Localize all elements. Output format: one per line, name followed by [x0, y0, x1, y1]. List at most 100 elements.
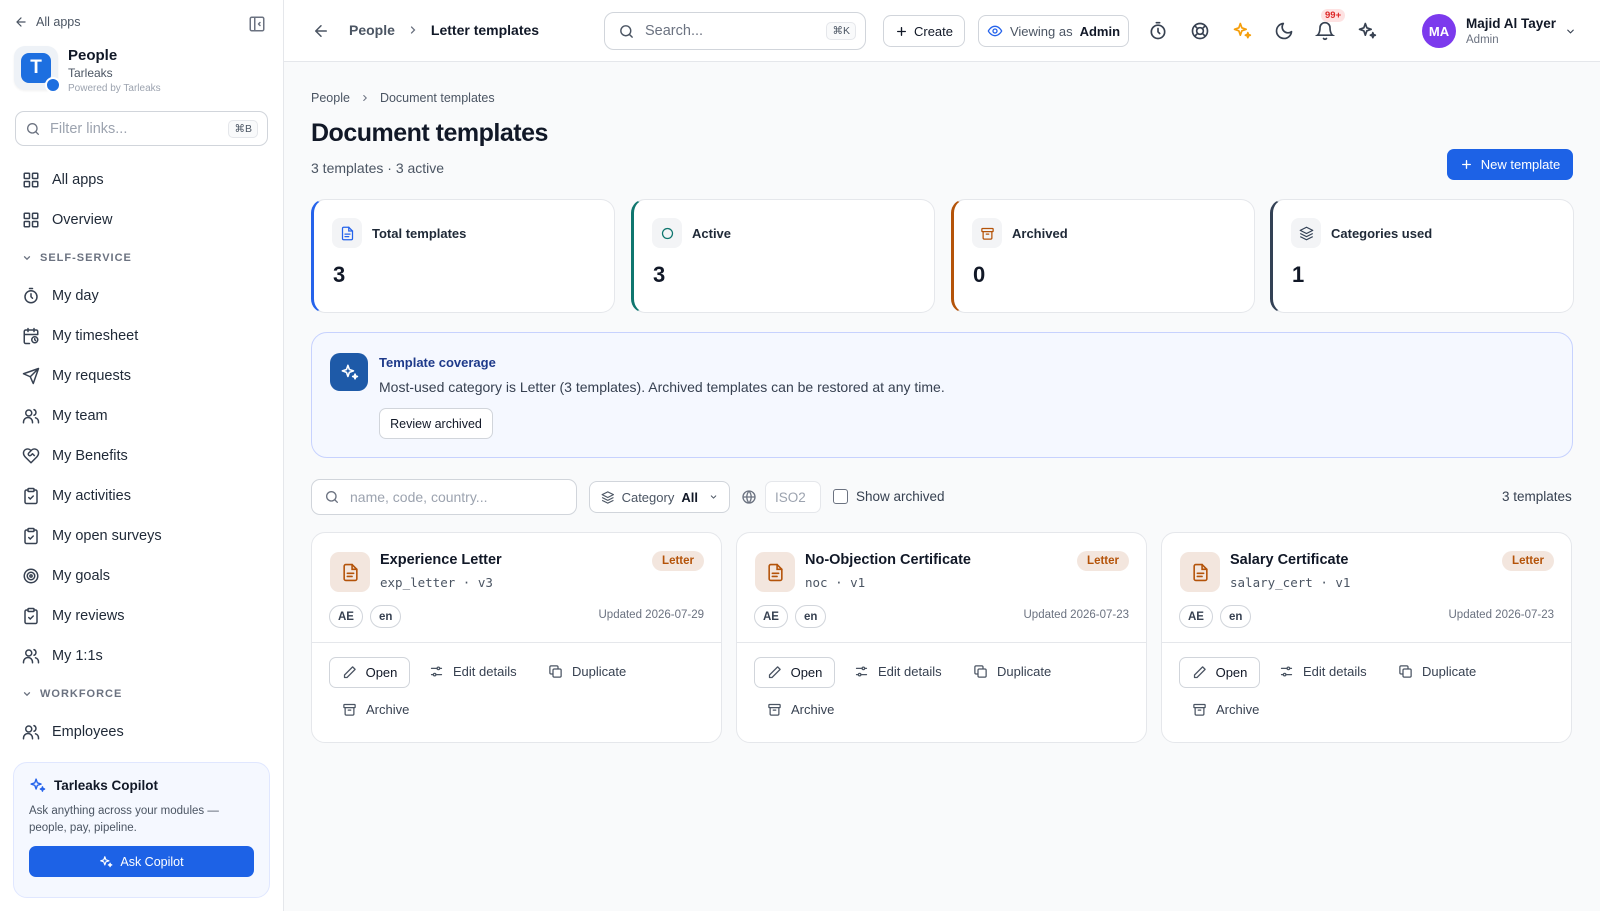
- pencil-icon: [1192, 665, 1207, 680]
- sliders-icon: [1279, 664, 1294, 679]
- archive-button[interactable]: Archive: [767, 702, 834, 717]
- new-template-button[interactable]: New template: [1447, 149, 1573, 180]
- card-divider: [1162, 642, 1571, 643]
- show-archived-toggle[interactable]: Show archived: [833, 489, 945, 504]
- chevron-down-icon[interactable]: [1565, 26, 1576, 37]
- sidebar-section-workforce[interactable]: WORKFORCE: [0, 676, 284, 712]
- plus-icon: [895, 25, 908, 38]
- template-search-input[interactable]: name, code, country...: [311, 479, 577, 515]
- page-breadcrumb-current: Document templates: [379, 91, 495, 105]
- calendar-clock-icon: [22, 327, 40, 345]
- edit-details-button[interactable]: Edit details: [429, 664, 517, 679]
- duplicate-button[interactable]: Duplicate: [1398, 664, 1476, 679]
- open-button[interactable]: Open: [1179, 657, 1260, 688]
- sidebar-item-my-open-surveys[interactable]: My open surveys: [0, 516, 284, 556]
- breadcrumb-current: Letter templates: [430, 22, 540, 38]
- sidebar: All apps T People Tarleaks Powered by Ta…: [0, 0, 284, 911]
- country-iso-input[interactable]: ISO2: [765, 481, 821, 513]
- sidebar-item-employees[interactable]: Employees: [0, 712, 284, 752]
- duplicate-button[interactable]: Duplicate: [548, 664, 626, 679]
- filter-links-input[interactable]: Filter links... ⌘B: [15, 111, 268, 146]
- users-icon: [22, 647, 40, 665]
- stat-card-active: Active 3: [631, 199, 935, 313]
- sidebar-item-my-benefits[interactable]: My Benefits: [0, 436, 284, 476]
- new-template-label: New template: [1480, 157, 1561, 172]
- viewing-as-button[interactable]: Viewing as Admin: [978, 15, 1129, 47]
- sidebar-item-my-reviews[interactable]: My reviews: [0, 596, 284, 636]
- sidebar-item-my-activities[interactable]: My activities: [0, 476, 284, 516]
- stat-card-categories-used: Categories used 1: [1270, 199, 1574, 313]
- sidebar-section-label: SELF-SERVICE: [40, 252, 132, 264]
- panel-collapse-icon[interactable]: [248, 15, 266, 33]
- stat-label: Active: [692, 226, 732, 241]
- notification-count-badge: 99+: [1321, 9, 1346, 22]
- sparkle-ai-icon[interactable]: [1232, 21, 1252, 41]
- moon-icon[interactable]: [1274, 21, 1294, 41]
- template-name: No-Objection Certificate: [805, 552, 971, 568]
- sidebar-item-label: My reviews: [52, 608, 125, 624]
- template-code: salary_cert: [1230, 575, 1313, 590]
- help-lifebuoy-icon[interactable]: [1190, 21, 1210, 41]
- ask-copilot-button[interactable]: Ask Copilot: [29, 846, 254, 877]
- ask-copilot-label: Ask Copilot: [120, 854, 184, 869]
- all-apps-back-link[interactable]: All apps: [14, 15, 80, 29]
- open-button[interactable]: Open: [754, 657, 835, 688]
- review-archived-button[interactable]: Review archived: [379, 408, 493, 439]
- coverage-title: Template coverage: [379, 355, 496, 370]
- clipboard-check-icon: [22, 607, 40, 625]
- filter-shortcut-hint: ⌘B: [228, 119, 258, 138]
- create-label: Create: [913, 23, 954, 39]
- sidebar-item-my-goals[interactable]: My goals: [0, 556, 284, 596]
- country-chip: AE: [1179, 605, 1213, 628]
- archive-label: Archive: [791, 702, 835, 717]
- file-text-icon: [341, 563, 360, 582]
- sidebar-item-all-apps[interactable]: All apps: [0, 160, 284, 200]
- template-code-version: salary_cert · v1: [1230, 575, 1351, 590]
- sidebar-item-label: My requests: [52, 368, 131, 384]
- back-arrow-icon[interactable]: [312, 22, 330, 40]
- archive-button[interactable]: Archive: [1192, 702, 1259, 717]
- sidebar-item-my-team[interactable]: My team: [0, 396, 284, 436]
- template-version: v3: [477, 575, 493, 590]
- card-divider: [312, 642, 721, 643]
- duplicate-button[interactable]: Duplicate: [973, 664, 1051, 679]
- avatar[interactable]: MA: [1422, 14, 1456, 48]
- sidebar-section-self-service[interactable]: SELF-SERVICE: [0, 240, 284, 276]
- edit-details-button[interactable]: Edit details: [854, 664, 942, 679]
- show-archived-checkbox[interactable]: [833, 489, 848, 504]
- stat-value: 3: [333, 262, 346, 287]
- sidebar-item-my-1on1s[interactable]: My 1:1s: [0, 636, 284, 676]
- bell-icon[interactable]: [1315, 21, 1335, 41]
- stat-label: Archived: [1012, 226, 1068, 241]
- edit-details-button[interactable]: Edit details: [1279, 664, 1367, 679]
- file-text-icon: [340, 226, 355, 241]
- global-search-input[interactable]: Search... ⌘K: [604, 12, 866, 50]
- updated-date: Updated 2026-07-23: [1023, 609, 1130, 621]
- country-chip: AE: [329, 605, 363, 628]
- breadcrumb-root[interactable]: People: [349, 22, 395, 38]
- create-button[interactable]: Create: [883, 15, 965, 47]
- open-button[interactable]: Open: [329, 657, 410, 688]
- template-code: noc: [805, 575, 828, 590]
- viewing-as-role: Admin: [1079, 23, 1121, 39]
- page-breadcrumb-root[interactable]: People: [311, 91, 350, 105]
- users-icon: [22, 723, 40, 741]
- sidebar-item-label: My team: [52, 408, 108, 424]
- all-apps-back-label: All apps: [36, 15, 81, 29]
- edit-details-label: Edit details: [1303, 664, 1367, 679]
- archive-button[interactable]: Archive: [342, 702, 409, 717]
- user-name[interactable]: Majid Al Tayer: [1466, 16, 1556, 31]
- sidebar-item-overview[interactable]: Overview: [0, 200, 284, 240]
- sidebar-item-my-day[interactable]: My day: [0, 276, 284, 316]
- globe-icon: [741, 489, 757, 505]
- sparkles-icon[interactable]: [1357, 21, 1377, 41]
- sidebar-item-my-requests[interactable]: My requests: [0, 356, 284, 396]
- search-icon: [618, 23, 635, 40]
- category-filter-select[interactable]: Category All: [589, 481, 730, 513]
- sidebar-item-label: My timesheet: [52, 328, 139, 344]
- breadcrumb: People Letter templates: [349, 22, 539, 38]
- timer-icon[interactable]: [1148, 21, 1168, 41]
- sidebar-item-my-timesheet[interactable]: My timesheet: [0, 316, 284, 356]
- template-card-salary-certificate: Salary Certificate salary_cert · v1 Lett…: [1161, 532, 1572, 743]
- stat-value: 0: [973, 262, 986, 287]
